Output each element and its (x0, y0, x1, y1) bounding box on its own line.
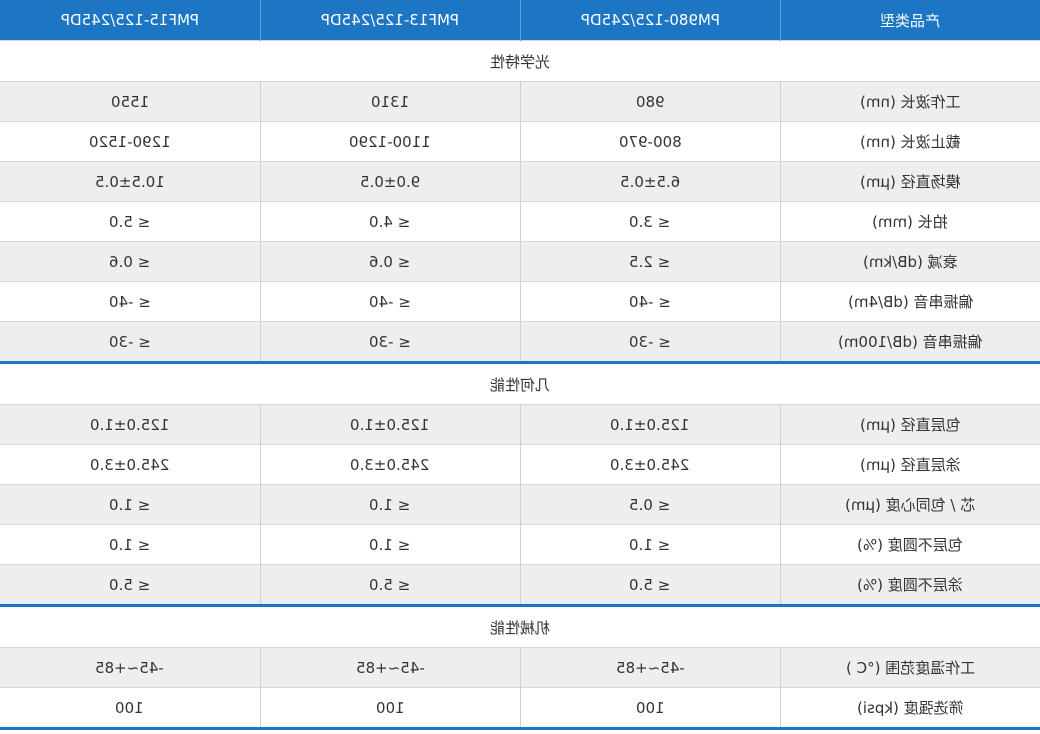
header-cell-pmf13: PMF13-125/245DP (260, 0, 521, 41)
table-cell: 245.0±3.0 (520, 444, 781, 485)
table-cell: ≤ 0.6 (0, 241, 261, 282)
table-cell: ≤ -40 (260, 281, 521, 322)
table-cell: 125.0±1.0 (260, 404, 521, 445)
table-cell: 100 (0, 687, 261, 730)
table-cell: ≤ 1.0 (260, 524, 521, 565)
table-cell: -45~+85 (260, 647, 521, 688)
table-cell: ≤ 0.6 (260, 241, 521, 282)
table-cell: 1310 (260, 81, 521, 122)
row-label: 截止波长 (nm) (780, 121, 1040, 162)
table-row: 100 100 100 筛选强度 (kpsi) (0, 687, 1040, 730)
section-title: 机械性能 (0, 604, 1040, 648)
table-cell: 125.0±1.0 (0, 404, 261, 445)
spec-table-page: PMF15-125/245DP PMF13-125/245DP PM980-12… (0, 0, 1040, 734)
section-row-mechanical: 机械性能 (0, 604, 1040, 648)
table-cell: 245.0±3.0 (260, 444, 521, 485)
table-cell: ≤ 2.5 (520, 241, 781, 282)
row-label: 涂层不圆度 (%) (780, 564, 1040, 606)
table-cell: ≤ 4.0 (260, 201, 521, 242)
table-cell: ≤ 5.0 (260, 564, 521, 606)
table-row: ≤ 5.0 ≤ 4.0 ≤ 3.0 拍长 (mm) (0, 201, 1040, 242)
section-title: 几何性能 (0, 361, 1040, 405)
table-cell: -45~+85 (0, 647, 261, 688)
table-cell: ≤ 1.0 (0, 524, 261, 565)
row-label: 涂层直径 (μm) (780, 444, 1040, 485)
table-cell: ≤ 5.0 (0, 564, 261, 606)
table-row: ≤ -30 ≤ -30 ≤ -30 偏振串音 (dB/100m) (0, 321, 1040, 363)
table-row: 10.5±0.5 9.0±0.5 6.5±0.5 模场直径 (μm) (0, 161, 1040, 202)
table-cell: 800-970 (520, 121, 781, 162)
table-cell: ≤ -40 (0, 281, 261, 322)
row-label: 偏振串音 (dB/4m) (780, 281, 1040, 322)
row-label: 模场直径 (μm) (780, 161, 1040, 202)
table-cell: ≤ 1.0 (260, 484, 521, 525)
row-label: 偏振串音 (dB/100m) (780, 321, 1040, 363)
table-row: ≤ -40 ≤ -40 ≤ -40 偏振串音 (dB/4m) (0, 281, 1040, 322)
table-cell: 100 (260, 687, 521, 730)
table-cell: 100 (520, 687, 781, 730)
table-cell: 10.5±0.5 (0, 161, 261, 202)
table-cell: 6.5±0.5 (520, 161, 781, 202)
section-row-optical: 光学特性 (0, 40, 1040, 82)
table-cell: ≤ 1.0 (0, 484, 261, 525)
table-cell: ≤ -30 (260, 321, 521, 363)
table-row: 1550 1310 980 工作波长 (nm) (0, 81, 1040, 122)
fiber-spec-table: PMF15-125/245DP PMF13-125/245DP PM980-12… (0, 0, 1040, 730)
table-cell: 980 (520, 81, 781, 122)
table-cell: ≤ 1.0 (520, 524, 781, 565)
row-label: 工作波长 (nm) (780, 81, 1040, 122)
header-row: PMF15-125/245DP PMF13-125/245DP PM980-12… (0, 0, 1040, 41)
table-cell: ≤ 0.5 (520, 484, 781, 525)
table-cell: ≤ -30 (520, 321, 781, 363)
table-row: -45~+85 -45~+85 -45~+85 工作温度范围 (°C ) (0, 647, 1040, 688)
row-label: 包层直径 (μm) (780, 404, 1040, 445)
row-label: 筛选强度 (kpsi) (780, 687, 1040, 730)
table-row: ≤ 5.0 ≤ 5.0 ≤ 5.0 涂层不圆度 (%) (0, 564, 1040, 606)
table-cell: ≤ 3.0 (520, 201, 781, 242)
row-label: 包层不圆度 (%) (780, 524, 1040, 565)
header-cell-product-type: 产品类型 (780, 0, 1040, 41)
table-cell: ≤ 5.0 (0, 201, 261, 242)
row-label: 拍长 (mm) (780, 201, 1040, 242)
table-cell: 9.0±0.5 (260, 161, 521, 202)
table-row: 125.0±1.0 125.0±1.0 125.0±1.0 包层直径 (μm) (0, 404, 1040, 445)
table-row: 245.0±3.0 245.0±3.0 245.0±3.0 涂层直径 (μm) (0, 444, 1040, 485)
table-cell: 1100-1290 (260, 121, 521, 162)
table-cell: ≤ -40 (520, 281, 781, 322)
section-row-geometric: 几何性能 (0, 361, 1040, 405)
table-cell: 125.0±1.0 (520, 404, 781, 445)
table-cell: -45~+85 (520, 647, 781, 688)
header-cell-pm980: PM980-125/245DP (520, 0, 781, 41)
section-title: 光学特性 (0, 40, 1040, 82)
table-row: ≤ 0.6 ≤ 0.6 ≤ 2.5 衰减 (dB/km) (0, 241, 1040, 282)
row-label: 工作温度范围 (°C ) (780, 647, 1040, 688)
table-cell: ≤ -30 (0, 321, 261, 363)
table-cell: 245.0±3.0 (0, 444, 261, 485)
header-cell-pmf15: PMF15-125/245DP (0, 0, 261, 41)
table-cell: 1550 (0, 81, 261, 122)
row-label: 芯 / 包同心度 (μm) (780, 484, 1040, 525)
table-row: 1290-1520 1100-1290 800-970 截止波长 (nm) (0, 121, 1040, 162)
row-label: 衰减 (dB/km) (780, 241, 1040, 282)
table-cell: ≤ 5.0 (520, 564, 781, 606)
table-row: ≤ 1.0 ≤ 1.0 ≤ 0.5 芯 / 包同心度 (μm) (0, 484, 1040, 525)
table-row: ≤ 1.0 ≤ 1.0 ≤ 1.0 包层不圆度 (%) (0, 524, 1040, 565)
table-cell: 1290-1520 (0, 121, 261, 162)
